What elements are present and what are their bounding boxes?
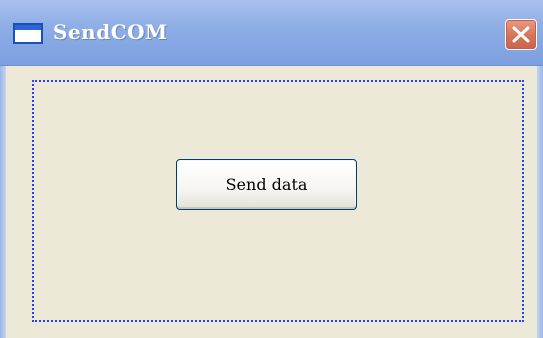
close-button[interactable] <box>505 19 537 50</box>
window-frame-left <box>0 66 6 338</box>
window-title: SendCOM <box>53 20 168 44</box>
close-icon <box>512 26 530 43</box>
window-frame-right <box>537 66 543 338</box>
send-data-button[interactable]: Send data <box>176 159 357 210</box>
title-bar[interactable]: SendCOM <box>0 0 543 66</box>
window-icon <box>13 23 43 44</box>
sendcom-window: SendCOM Send data <box>0 0 543 338</box>
